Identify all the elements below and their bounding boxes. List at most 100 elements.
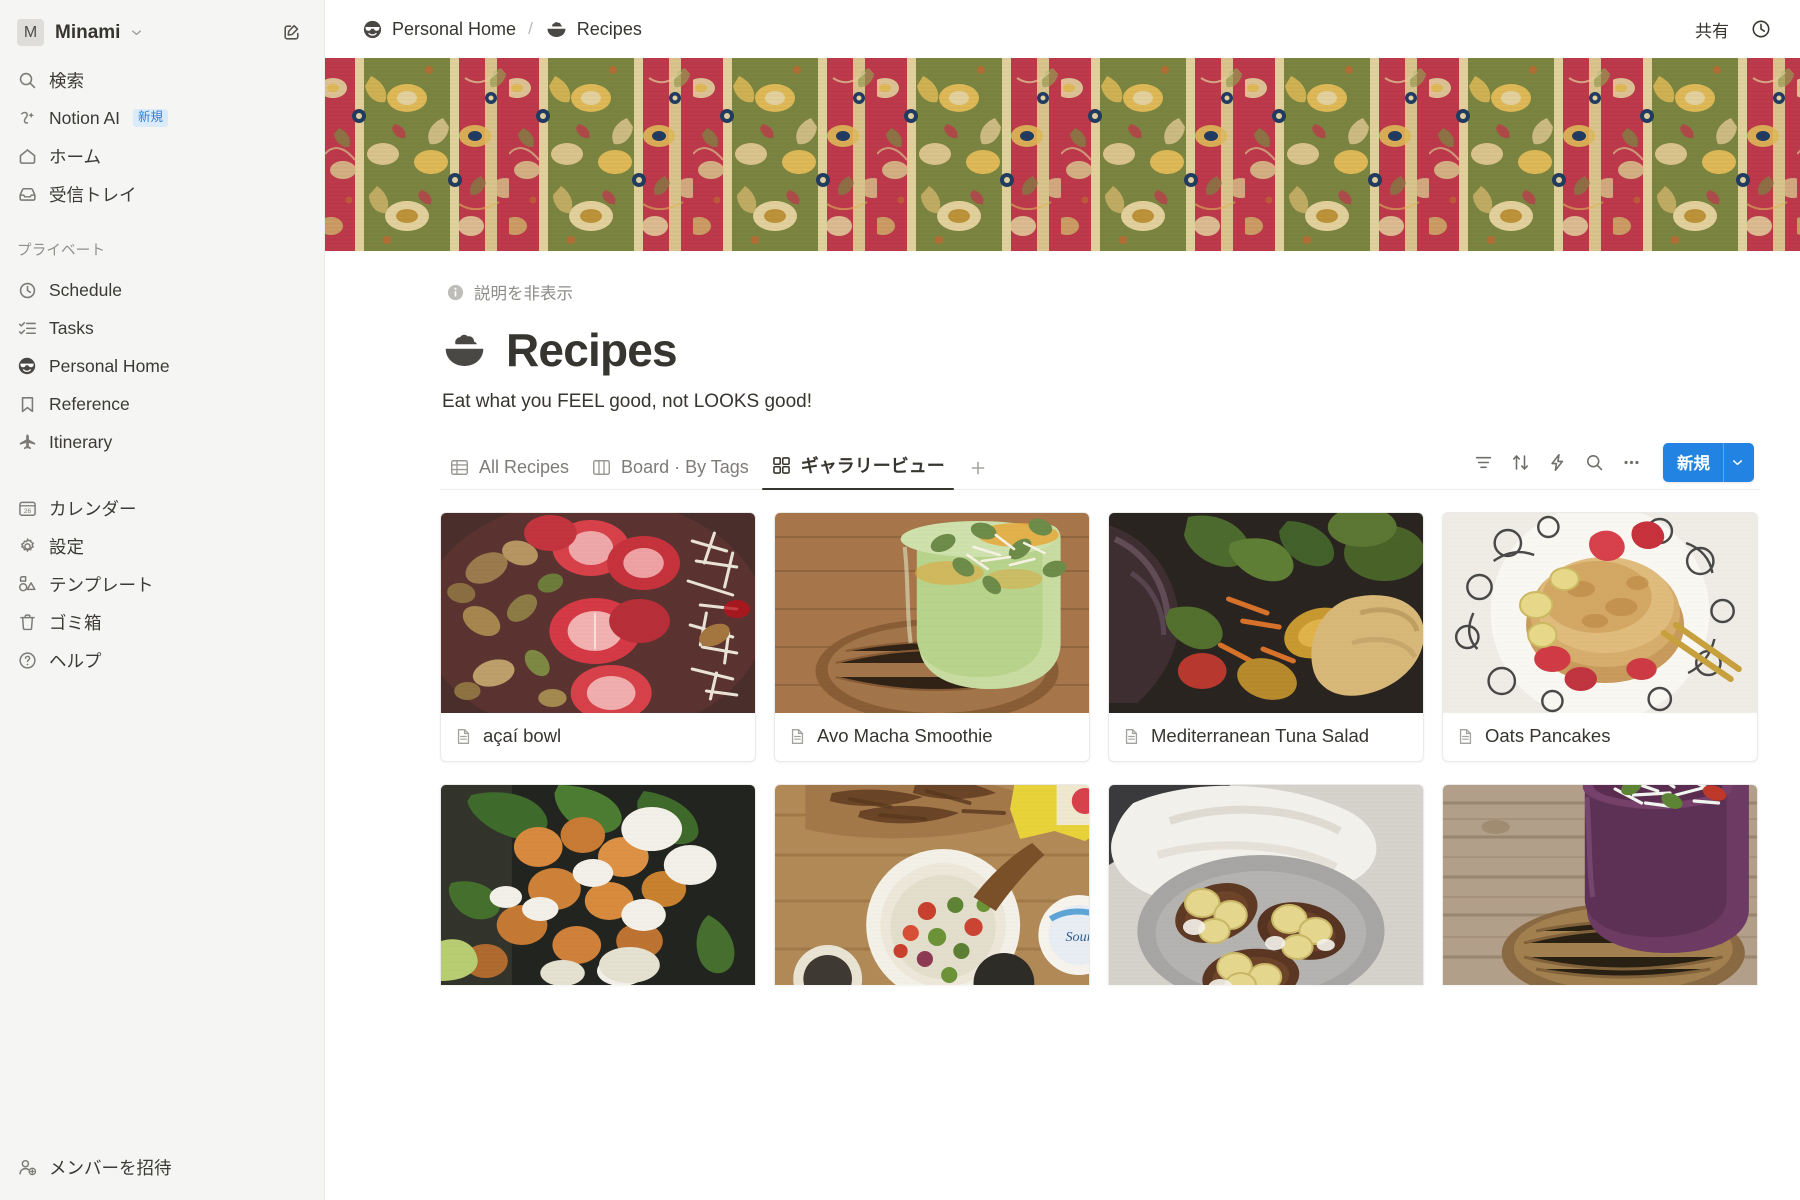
invite-members-label: メンバーを招待 xyxy=(49,1157,172,1178)
status-badge: 新規 xyxy=(133,109,169,127)
database-views-bar: All Recipes Board · By Tags ギャラリービュー 新規 xyxy=(440,443,1760,490)
gallery-card[interactable] xyxy=(440,784,756,985)
sidebar-item-help[interactable]: ヘルプ xyxy=(9,641,315,679)
card-image-purple-smoothie-coconut-rattan xyxy=(1443,785,1757,985)
tab-all-recipes[interactable]: All Recipes xyxy=(440,451,578,489)
card-image-oats-pancakes xyxy=(1443,513,1757,713)
sidebar-section-private: プライベート xyxy=(17,243,106,259)
cool-face-emoji xyxy=(362,19,383,40)
sort-icon[interactable] xyxy=(1503,447,1537,479)
board-icon xyxy=(591,457,612,478)
template-icon xyxy=(17,574,42,595)
person-plus-icon xyxy=(17,1157,42,1178)
invite-members-button[interactable]: メンバーを招待 xyxy=(9,1148,315,1186)
topbar: Personal Home / Recipes 共有 xyxy=(325,0,1800,58)
gallery-card[interactable]: Oats Pancakes xyxy=(1442,512,1758,762)
breadcrumb-separator: / xyxy=(528,19,533,38)
card-image-acai-bowl xyxy=(441,513,755,713)
bowl-emoji xyxy=(545,18,568,41)
trash-icon xyxy=(17,612,42,633)
main-content: Personal Home / Recipes 共有 説明を非表示 Recipe… xyxy=(325,0,1800,1200)
card-image-salsa-bowl-wooden-table: Sour xyxy=(775,785,1089,985)
sidebar-private-nav: Schedule Tasks Personal Home Reference I… xyxy=(0,265,324,461)
gear-icon xyxy=(17,536,42,557)
gallery-card[interactable] xyxy=(1442,784,1758,985)
gallery-card[interactable]: Avo Macha Smoothie xyxy=(774,512,1090,762)
tab-label: Board · By Tags xyxy=(621,457,749,477)
page-icon xyxy=(454,727,473,746)
card-footer: Mediterranean Tuna Salad xyxy=(1109,713,1423,761)
toggle-description-button[interactable]: 説明を非表示 xyxy=(440,277,579,307)
gallery-card[interactable]: açaí bowl xyxy=(440,512,756,762)
info-icon xyxy=(446,283,465,302)
gallery-card[interactable] xyxy=(1108,784,1424,985)
chevron-down-icon[interactable] xyxy=(1723,443,1754,482)
help-circle-icon xyxy=(17,650,42,671)
page-title-row: Recipes xyxy=(440,323,1760,377)
gallery-card[interactable]: Mediterranean Tuna Salad xyxy=(1108,512,1424,762)
notion-app: M Minami 検索 Notion AI 新規 ホーム 受信トレイ プライベー… xyxy=(0,0,1800,1200)
card-title: açaí bowl xyxy=(483,725,562,746)
search-icon xyxy=(17,70,42,91)
sidebar-item-label: Reference xyxy=(49,393,130,414)
airplane-icon xyxy=(17,432,42,453)
sidebar-item-label: Notion AI xyxy=(49,107,121,128)
card-image-avo-macha-smoothie xyxy=(775,513,1089,713)
breadcrumb-label: Personal Home xyxy=(392,18,517,39)
card-footer: Avo Macha Smoothie xyxy=(775,713,1089,761)
sidebar-item-schedule[interactable]: Schedule xyxy=(9,271,315,309)
tab-gallery-view[interactable]: ギャラリービュー xyxy=(761,446,954,490)
workspace-switcher[interactable]: M Minami xyxy=(9,10,315,55)
sidebar-item-tasks[interactable]: Tasks xyxy=(9,309,315,347)
page-icon xyxy=(1122,727,1141,746)
sidebar-item-label: テンプレート xyxy=(49,574,154,595)
sidebar-header: M Minami xyxy=(0,0,324,55)
svg-text:26: 26 xyxy=(24,508,32,515)
sidebar-item-itinerary[interactable]: Itinerary xyxy=(9,423,315,461)
calendar-26-icon: 26 xyxy=(17,498,42,519)
sidebar-item-label: Tasks xyxy=(49,317,94,338)
plus-icon[interactable] xyxy=(958,452,998,489)
sidebar-item-reference[interactable]: Reference xyxy=(9,385,315,423)
sidebar-item-search[interactable]: 検索 xyxy=(9,61,315,99)
view-tabs: All Recipes Board · By Tags ギャラリービュー xyxy=(440,446,998,490)
sidebar-item-notion-ai[interactable]: Notion AI 新規 xyxy=(9,99,315,137)
filter-icon[interactable] xyxy=(1466,447,1500,479)
sidebar-quick-nav: 検索 Notion AI 新規 ホーム 受信トレイ xyxy=(0,55,324,213)
ellipsis-icon[interactable] xyxy=(1614,447,1648,479)
workspace-name: Minami xyxy=(55,21,121,43)
share-button[interactable]: 共有 xyxy=(1686,12,1738,47)
card-image-mediterranean-tuna-salad xyxy=(1109,513,1423,713)
new-page-icon[interactable] xyxy=(277,18,306,47)
page-body: 説明を非表示 Recipes Eat what you FEEL good, n… xyxy=(325,251,1800,985)
sidebar-item-personal-home[interactable]: Personal Home xyxy=(9,347,315,385)
sidebar-item-calendar[interactable]: 26 カレンダー xyxy=(9,489,315,527)
page-cover-image xyxy=(325,58,1800,251)
workspace-avatar: M xyxy=(17,19,44,46)
bowl-emoji xyxy=(440,326,488,374)
search-icon[interactable] xyxy=(1577,447,1611,479)
sidebar-item-trash[interactable]: ゴミ箱 xyxy=(9,603,315,641)
gallery-card[interactable]: Sour xyxy=(774,784,1090,985)
gallery-icon xyxy=(771,455,792,476)
breadcrumb-item-personal-home[interactable]: Personal Home xyxy=(355,15,523,44)
sidebar-item-inbox[interactable]: 受信トレイ xyxy=(9,175,315,213)
breadcrumb-item-recipes[interactable]: Recipes xyxy=(538,14,649,45)
new-button-group[interactable]: 新規 xyxy=(1663,443,1754,482)
tab-board-by-tags[interactable]: Board · By Tags xyxy=(582,451,758,489)
lightning-icon[interactable] xyxy=(1540,447,1574,479)
sidebar-item-settings[interactable]: 設定 xyxy=(9,527,315,565)
sidebar-item-templates[interactable]: テンプレート xyxy=(9,565,315,603)
gallery-grid-row-2: Sour xyxy=(440,784,1760,985)
breadcrumb-label: Recipes xyxy=(576,18,642,39)
card-image-chickpea-spinach-yogurt-bowl xyxy=(441,785,755,985)
sidebar-item-label: ゴミ箱 xyxy=(49,612,102,633)
bookmark-icon xyxy=(17,394,42,415)
sidebar-item-label: カレンダー xyxy=(49,498,137,519)
sidebar-item-home[interactable]: ホーム xyxy=(9,137,315,175)
sidebar-item-label: ホーム xyxy=(49,146,101,167)
sidebar-item-label: ヘルプ xyxy=(49,650,102,671)
new-button[interactable]: 新規 xyxy=(1663,443,1723,482)
sidebar-item-label: Schedule xyxy=(49,279,122,300)
clock-icon[interactable] xyxy=(1744,12,1778,46)
